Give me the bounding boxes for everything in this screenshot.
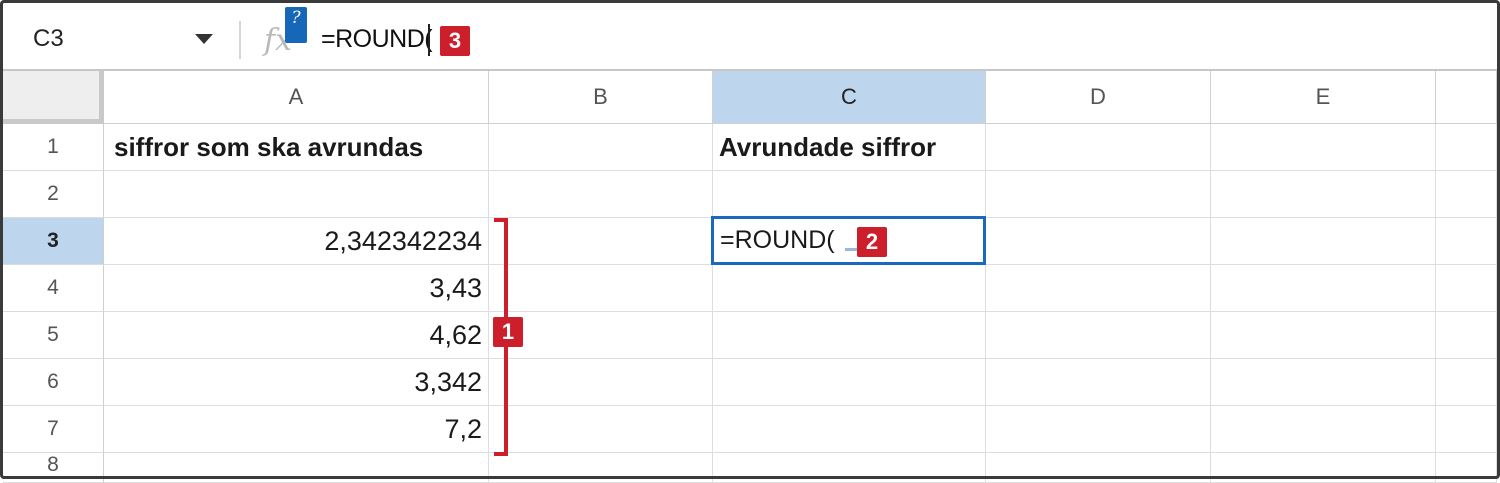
cell-a2[interactable] (104, 171, 489, 218)
cell-c3-formula: =ROUND( (720, 226, 835, 254)
cell-a1[interactable]: siffror som ska avrundas (104, 124, 489, 171)
chevron-down-icon[interactable] (195, 34, 213, 44)
cell-c1[interactable]: Avrundade siffror (713, 124, 986, 171)
cell-d2[interactable] (986, 171, 1211, 218)
help-icon[interactable]: ? (285, 7, 307, 43)
text-cursor (428, 24, 430, 56)
column-header-c[interactable]: C (713, 71, 986, 124)
cell-a4[interactable]: 3,43 (104, 265, 489, 312)
callout-badge-3: 3 (440, 26, 470, 56)
cell-e2[interactable] (1211, 171, 1436, 218)
row-header-6[interactable]: 6 (3, 359, 104, 406)
cell-c6[interactable] (713, 359, 986, 406)
cell-f6[interactable] (1436, 359, 1497, 406)
cell-b7[interactable] (489, 406, 713, 453)
cell-e3[interactable] (1211, 218, 1436, 265)
cell-c2[interactable] (713, 171, 986, 218)
cell-c4[interactable] (713, 265, 986, 312)
cell-d4[interactable] (986, 265, 1211, 312)
cell-e6[interactable] (1211, 359, 1436, 406)
callout-badge-1: 1 (493, 317, 523, 347)
select-all-corner[interactable] (3, 71, 104, 124)
column-header-b[interactable]: B (489, 71, 713, 124)
column-header-d[interactable]: D (986, 71, 1211, 124)
cell-e5[interactable] (1211, 312, 1436, 359)
column-header-e[interactable]: E (1211, 71, 1436, 124)
cell-f5[interactable] (1436, 312, 1497, 359)
cell-f7[interactable] (1436, 406, 1497, 453)
cell-c5[interactable] (713, 312, 986, 359)
row-header-5[interactable]: 5 (3, 312, 104, 359)
cell-a7[interactable]: 7,2 (104, 406, 489, 453)
divider (239, 21, 241, 59)
cell-a3[interactable]: 2,342342234 (104, 218, 489, 265)
row-header-1[interactable]: 1 (3, 124, 104, 171)
cell-c3-editing[interactable]: =ROUND( (711, 216, 986, 265)
cell-f2[interactable] (1436, 171, 1497, 218)
cell-e4[interactable] (1211, 265, 1436, 312)
cell-b6[interactable] (489, 359, 713, 406)
cell-c7[interactable] (713, 406, 986, 453)
row-header-7[interactable]: 7 (3, 406, 104, 453)
cell-f4[interactable] (1436, 265, 1497, 312)
cell-e7[interactable] (1211, 406, 1436, 453)
cell-f3[interactable] (1436, 218, 1497, 265)
row-header-3[interactable]: 3 (3, 218, 104, 265)
cell-d6[interactable] (986, 359, 1211, 406)
cell-d3[interactable] (986, 218, 1211, 265)
cell-b4[interactable] (489, 265, 713, 312)
row-header-2[interactable]: 2 (3, 171, 104, 218)
formula-bar: C3 fx ? =ROUND( 3 (3, 3, 1497, 71)
name-box[interactable]: C3 (33, 25, 64, 53)
cell-a5[interactable]: 4,62 (104, 312, 489, 359)
cell-d5[interactable] (986, 312, 1211, 359)
cell-a6[interactable]: 3,342 (104, 359, 489, 406)
cell-b2[interactable] (489, 171, 713, 218)
formula-input[interactable]: =ROUND( (321, 25, 433, 54)
column-header-f[interactable] (1436, 71, 1497, 124)
cell-b1[interactable] (489, 124, 713, 171)
row-header-4[interactable]: 4 (3, 265, 104, 312)
cell-b3[interactable] (489, 218, 713, 265)
cell-d1[interactable] (986, 124, 1211, 171)
cell-d7[interactable] (986, 406, 1211, 453)
callout-badge-2: 2 (857, 227, 887, 257)
cell-e1[interactable] (1211, 124, 1436, 171)
column-header-a[interactable]: A (104, 71, 489, 124)
cell-f1[interactable] (1436, 124, 1497, 171)
